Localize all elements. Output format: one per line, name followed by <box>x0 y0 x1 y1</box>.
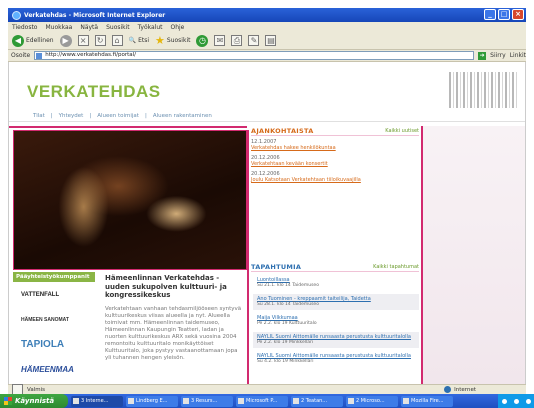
partner-logos: VATTENFALL HÄMEEN SANOMAT TAPIOLA HÄMEEN… <box>13 282 95 382</box>
mail-button[interactable]: ✉ <box>214 35 226 46</box>
taskbar-item[interactable]: 2 Microso... <box>346 395 398 407</box>
partner-logo-tapiola[interactable]: TAPIOLA <box>13 332 95 357</box>
about-title: Hämeenlinnan Verkatehdas - uuden sukupol… <box>105 274 227 299</box>
event-date: Pe 2.2. klo 19 Kulttuuritalo <box>257 321 317 326</box>
address-bar: Osoite http://www.verkatehdas.fi/portal/… <box>8 50 526 62</box>
taskbar: Käynnistä 3 Interne... Lindberg E... 3 R… <box>0 394 534 408</box>
print-button[interactable]: ⎙ <box>231 35 243 46</box>
partners-heading: Pääyhteistyökumppanit <box>13 272 95 282</box>
site-logo[interactable]: VERKATEHDAS <box>27 82 161 102</box>
history-button[interactable]: ◷ <box>196 34 209 47</box>
event-date: Su 4.2. klo 19 Minkkellari <box>257 359 314 364</box>
favorites-button[interactable]: ★ Suosikit <box>155 34 190 47</box>
start-button[interactable]: Käynnistä <box>0 394 68 408</box>
news-link[interactable]: Joulu Katsotaan Verkatehtaan tiiloikuvaa… <box>251 177 419 183</box>
globe-icon <box>444 386 452 393</box>
taskbar-item[interactable]: Microsoft P... <box>236 395 288 407</box>
taskbar-item[interactable]: Lindberg E... <box>126 395 178 407</box>
page-icon <box>36 53 43 59</box>
system-tray <box>498 394 534 408</box>
news-link[interactable]: Verkatehdas hakee henkilökuntaa <box>251 145 419 151</box>
menu-edit[interactable]: Muokkaa <box>45 24 72 31</box>
event-item: Ano Tuominen - kreppaamit taiteilija, Ta… <box>251 294 419 310</box>
site-navigation: Tilat | Yhteydet | Alueen toimijat | Alueen… <box>9 110 525 122</box>
forward-button[interactable]: ▶ <box>59 34 72 47</box>
taskbar-item[interactable]: 3 Resurs... <box>181 395 233 407</box>
taskbar-item[interactable]: 3 Interne... <box>71 395 123 407</box>
home-button[interactable]: ⌂ <box>111 35 123 46</box>
news-section: AJANKOHTAISTA Kaikki uutiset 12.1.2007 V… <box>251 126 419 187</box>
links-button[interactable]: Linkit <box>510 52 526 59</box>
news-item: 20.12.2006 Joulu Katsotaan Verkatehtaan … <box>251 171 419 183</box>
about-body: Verkatehtaan vanhaan tehdasmiljööseen sy… <box>105 305 242 361</box>
search-button[interactable]: 🔍 Etsi <box>129 37 149 44</box>
folder-button[interactable]: ▤ <box>265 35 277 46</box>
event-item: Maija Vilkkumaa Pe 2.2. klo 19 Kulttuuri… <box>251 313 419 329</box>
zone-text: Internet <box>454 386 476 393</box>
menu-tools[interactable]: Työkalut <box>138 24 163 31</box>
go-button[interactable]: Siirry <box>490 52 506 59</box>
go-arrow-icon[interactable]: ➜ <box>478 51 487 60</box>
windows-logo-icon <box>4 397 12 405</box>
event-date: Pe 2.2. klo 19 Minkkellari <box>257 340 314 345</box>
window-title-bar: Verkatehdas - Microsoft Internet Explore… <box>8 8 526 22</box>
right-sidebar <box>421 126 525 384</box>
browser-viewport: VERKATEHDAS Tilat | Yhteydet | Alueen toim… <box>8 62 526 384</box>
nav-alueen-toimijat[interactable]: Alueen toimijat <box>97 113 139 119</box>
back-arrow-icon: ◀ <box>12 34 24 47</box>
partner-logo-hameenmaa[interactable]: HÄMEENMAA <box>13 357 95 382</box>
event-date: Su 21.1. klo 14 Taidemuseo <box>257 283 319 288</box>
maximize-button[interactable]: □ <box>498 9 510 20</box>
taskbar-item[interactable]: 2 Teatan... <box>291 395 343 407</box>
nav-tilat[interactable]: Tilat <box>33 113 45 119</box>
back-button[interactable]: ◀ Edellinen <box>12 34 54 47</box>
security-zone: Internet <box>444 386 476 393</box>
tray-icon[interactable] <box>501 398 507 404</box>
star-icon: ★ <box>155 34 165 47</box>
stop-button[interactable]: × <box>77 35 89 46</box>
menu-view[interactable]: Näytä <box>80 24 98 31</box>
about-section: Hämeenlinnan Verkatehdas - uuden sukupol… <box>105 274 243 384</box>
address-input[interactable]: http://www.verkatehdas.fi/portal/ <box>34 51 475 60</box>
menu-file[interactable]: Tiedosto <box>12 24 37 31</box>
event-item: NAYLIL Suomi Aittomälle runsaasta perust… <box>251 351 419 367</box>
header-divider-line <box>9 126 247 128</box>
internet-explorer-icon <box>12 10 21 20</box>
minimize-button[interactable]: _ <box>484 9 496 20</box>
status-text: Valmis <box>27 386 45 393</box>
taskbar-item[interactable]: Mozilla Fire... <box>401 395 453 407</box>
partner-logo-hameen-sanomat[interactable]: HÄMEEN SANOMAT <box>13 307 95 332</box>
menu-bar: Tiedosto Muokkaa Näytä Suosikit Työkalut… <box>8 22 526 32</box>
events-more-link[interactable]: Kaikki tapahtumat <box>373 264 419 270</box>
address-label: Osoite <box>11 52 31 59</box>
events-section: TAPAHTUMIA Kaikki tapahtumat Luontoillas… <box>251 262 419 370</box>
column-divider <box>247 130 249 384</box>
window-title: Verkatehdas - Microsoft Internet Explore… <box>24 11 166 19</box>
site-header: VERKATEHDAS <box>9 62 525 110</box>
news-link[interactable]: Verkatehtaan kevään konsertit <box>251 161 419 167</box>
status-bar: Valmis Internet <box>8 384 526 395</box>
edit-button[interactable]: ✎ <box>248 35 260 46</box>
close-button[interactable]: × <box>512 9 524 20</box>
concert-photo <box>13 130 247 270</box>
tray-icon[interactable] <box>525 398 531 404</box>
nav-alueen-rakentaminen[interactable]: Alueen rakentaminen <box>153 113 212 119</box>
event-date: Su 28.1. klo 14 Taidemuseo <box>257 302 319 307</box>
events-heading: TAPAHTUMIA <box>251 262 302 271</box>
tray-icon[interactable] <box>513 398 519 404</box>
nav-yhteydet[interactable]: Yhteydet <box>59 113 84 119</box>
header-decoration <box>449 72 519 108</box>
event-item: NAYLIL Suomi Aittomälle runsaasta perust… <box>251 332 419 348</box>
event-item: Luontoillassa Su 21.1. klo 14 Taidemuseo <box>251 275 419 291</box>
menu-favorites[interactable]: Suosikit <box>106 24 130 31</box>
search-icon: 🔍 <box>128 37 137 44</box>
news-heading: AJANKOHTAISTA <box>251 126 314 135</box>
browser-toolbar: ◀ Edellinen ▶ × ↻ ⌂ 🔍 Etsi ★ Suosikit ◷ … <box>8 32 526 50</box>
news-item: 12.1.2007 Verkatehdas hakee henkilökunta… <box>251 139 419 151</box>
menu-help[interactable]: Ohje <box>170 24 184 31</box>
news-item: 20.12.2006 Verkatehtaan kevään konsertit <box>251 155 419 167</box>
partner-logo-vattenfall[interactable]: VATTENFALL <box>13 282 95 307</box>
news-more-link[interactable]: Kaikki uutiset <box>385 128 419 134</box>
refresh-button[interactable]: ↻ <box>94 35 106 46</box>
